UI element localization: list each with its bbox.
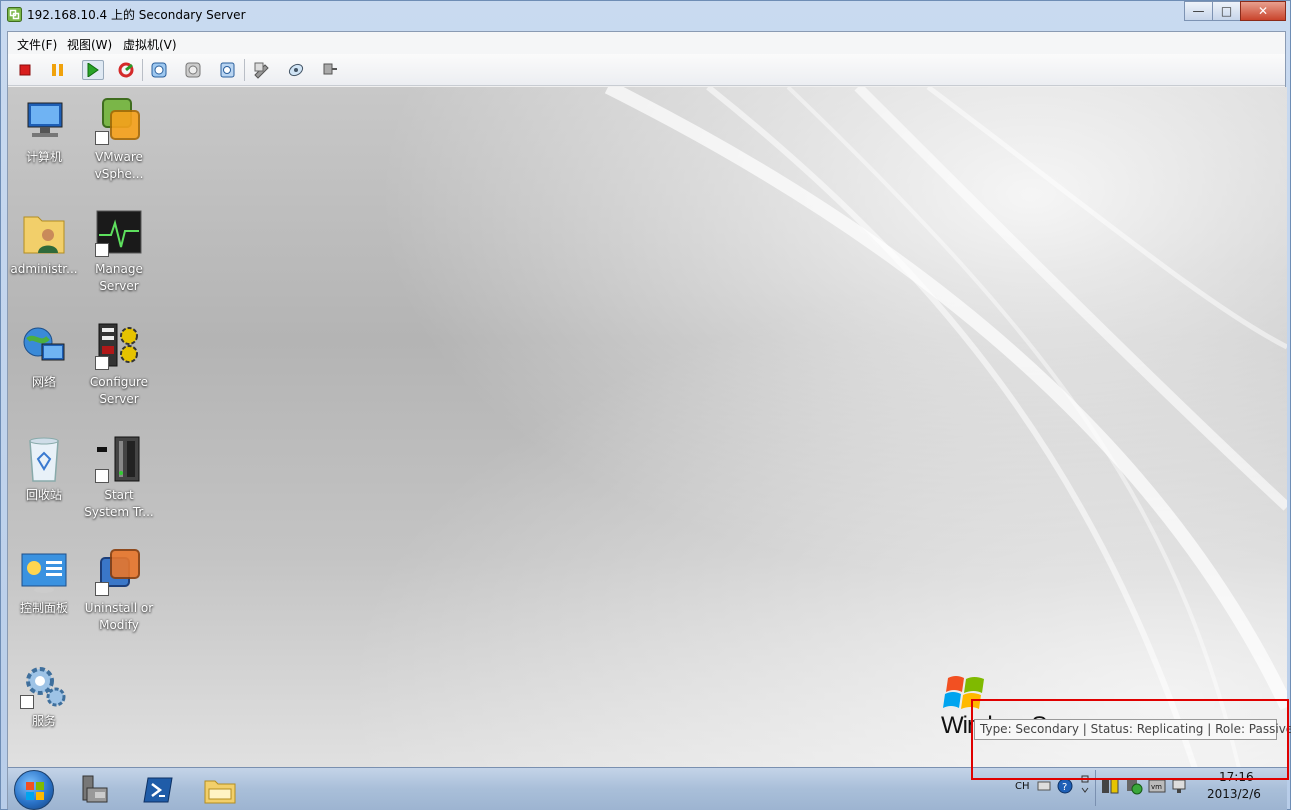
vmware-tools-icon[interactable]: vm <box>1148 778 1166 794</box>
keyboard-icon[interactable] <box>1037 780 1051 792</box>
highlight-annotation-box <box>971 699 1289 780</box>
start-system-tray-icon <box>95 435 143 483</box>
desktop-icon-label: administr... <box>10 262 78 276</box>
desktop-icon-label: 回收站 <box>25 488 62 502</box>
vm-console-window: 192.168.10.4 上的 Secondary Server — □ ✕ 文… <box>0 0 1291 810</box>
desktop-icon-administrator[interactable]: administr... <box>8 209 80 278</box>
svg-text:?: ? <box>1062 782 1067 793</box>
control-panel-icon <box>20 548 68 596</box>
uninstall-modify-icon <box>95 548 143 596</box>
shortcut-arrow-icon <box>95 243 109 257</box>
server-manager-icon <box>82 775 108 803</box>
network-status-icon[interactable] <box>1171 778 1189 794</box>
devices-button[interactable] <box>285 60 307 80</box>
desktop-icon-vmware-vsphere[interactable]: VMware vSphe... <box>83 97 155 183</box>
desktop-icon-label: Start System Tr... <box>84 488 154 519</box>
desktop-icon-manage-server[interactable]: Manage Server <box>83 209 155 295</box>
play-icon <box>87 63 99 77</box>
desktop-icon-services[interactable]: 服务 <box>8 661 80 730</box>
title-bar[interactable]: 192.168.10.4 上的 Secondary Server — □ ✕ <box>1 1 1290 29</box>
menu-bar: 文件(F) 视图(W) 虚拟机(V) <box>8 32 1285 54</box>
manage-server-icon <box>95 209 143 257</box>
configure-server-icon <box>95 322 143 370</box>
svg-text:vm: vm <box>1151 783 1162 791</box>
pause-button[interactable] <box>47 60 69 80</box>
desktop-icon-label: 服务 <box>31 714 56 728</box>
console-settings-button[interactable] <box>251 60 273 80</box>
explorer-icon <box>204 780 236 804</box>
close-button[interactable]: ✕ <box>1240 1 1286 21</box>
desktop-icon-network[interactable]: 网络 <box>8 322 80 391</box>
snapshot-button[interactable] <box>148 60 170 80</box>
menu-vm[interactable]: 虚拟机(V) <box>123 36 177 53</box>
client-area: 文件(F) 视图(W) 虚拟机(V) 计算机 administr... 网络 回… <box>7 31 1291 810</box>
desktop-icon-configure-server[interactable]: Configure Server <box>83 322 155 408</box>
shortcut-arrow-icon <box>95 469 109 483</box>
network-icon <box>20 322 68 370</box>
reset-icon <box>118 62 134 78</box>
clock-date[interactable]: 2013/2/6 <box>1207 787 1261 801</box>
taskbar-powershell[interactable] <box>139 771 177 809</box>
devices-icon <box>288 63 304 77</box>
menu-view[interactable]: 视图(W) <box>67 36 112 53</box>
desktop-icon-label: VMware vSphe... <box>94 150 144 181</box>
desktop-icon-label: 网络 <box>31 375 56 389</box>
powershell-icon <box>143 777 173 803</box>
computer-icon <box>20 97 68 145</box>
recycle-bin-icon <box>20 435 68 483</box>
shortcut-arrow-icon <box>95 356 109 370</box>
desktop-icon-computer[interactable]: 计算机 <box>8 97 80 166</box>
snapshot-manager-button[interactable] <box>216 60 238 80</box>
shortcut-arrow-icon <box>20 695 34 709</box>
shortcut-arrow-icon <box>95 131 109 145</box>
desktop-icon-start-system-tray[interactable]: Start System Tr... <box>83 435 155 521</box>
stop-icon <box>19 64 31 76</box>
windows-start-icon <box>26 782 44 800</box>
desktop-icon-label: 计算机 <box>25 150 62 164</box>
vmware-vsphere-icon <box>95 97 143 145</box>
revert-snapshot-icon <box>185 62 201 78</box>
connect-button[interactable] <box>319 60 341 80</box>
shortcut-arrow-icon <box>95 582 109 596</box>
user-folder-icon <box>20 209 68 257</box>
menu-file[interactable]: 文件(F) <box>17 36 57 53</box>
pause-icon <box>52 64 63 76</box>
play-button[interactable] <box>82 60 104 80</box>
desktop-icon-recycle-bin[interactable]: 回收站 <box>8 435 80 504</box>
maximize-button[interactable]: □ <box>1212 1 1241 21</box>
minimize-button[interactable]: — <box>1184 1 1213 21</box>
services-icon <box>20 661 68 709</box>
taskbar-server-manager[interactable] <box>76 771 114 809</box>
window-title: 192.168.10.4 上的 Secondary Server <box>27 8 246 22</box>
desktop-icon-label: Manage Server <box>95 262 143 293</box>
language-indicator[interactable]: CH <box>1015 781 1030 792</box>
desktop-icon-label: 控制面板 <box>19 601 68 615</box>
revert-snapshot-button[interactable] <box>182 60 204 80</box>
desktop-icon-label: Uninstall or Modify <box>84 601 154 632</box>
desktop-icon-control-panel[interactable]: 控制面板 <box>8 548 80 617</box>
connect-icon <box>323 63 337 75</box>
start-button[interactable] <box>14 770 54 810</box>
stop-button[interactable] <box>14 60 36 80</box>
desktop-icon-uninstall-modify[interactable]: Uninstall or Modify <box>83 548 155 634</box>
help-icon[interactable]: ? <box>1057 778 1073 794</box>
vsphere-app-icon <box>7 7 22 22</box>
reset-button[interactable] <box>115 60 137 80</box>
toolbar <box>8 54 1285 86</box>
taskbar-explorer[interactable] <box>201 771 239 809</box>
settings-icon <box>254 62 269 79</box>
desktop-icon-label: Configure Server <box>89 375 149 406</box>
snapshot-manager-icon <box>220 62 235 78</box>
snapshot-icon <box>151 62 167 78</box>
